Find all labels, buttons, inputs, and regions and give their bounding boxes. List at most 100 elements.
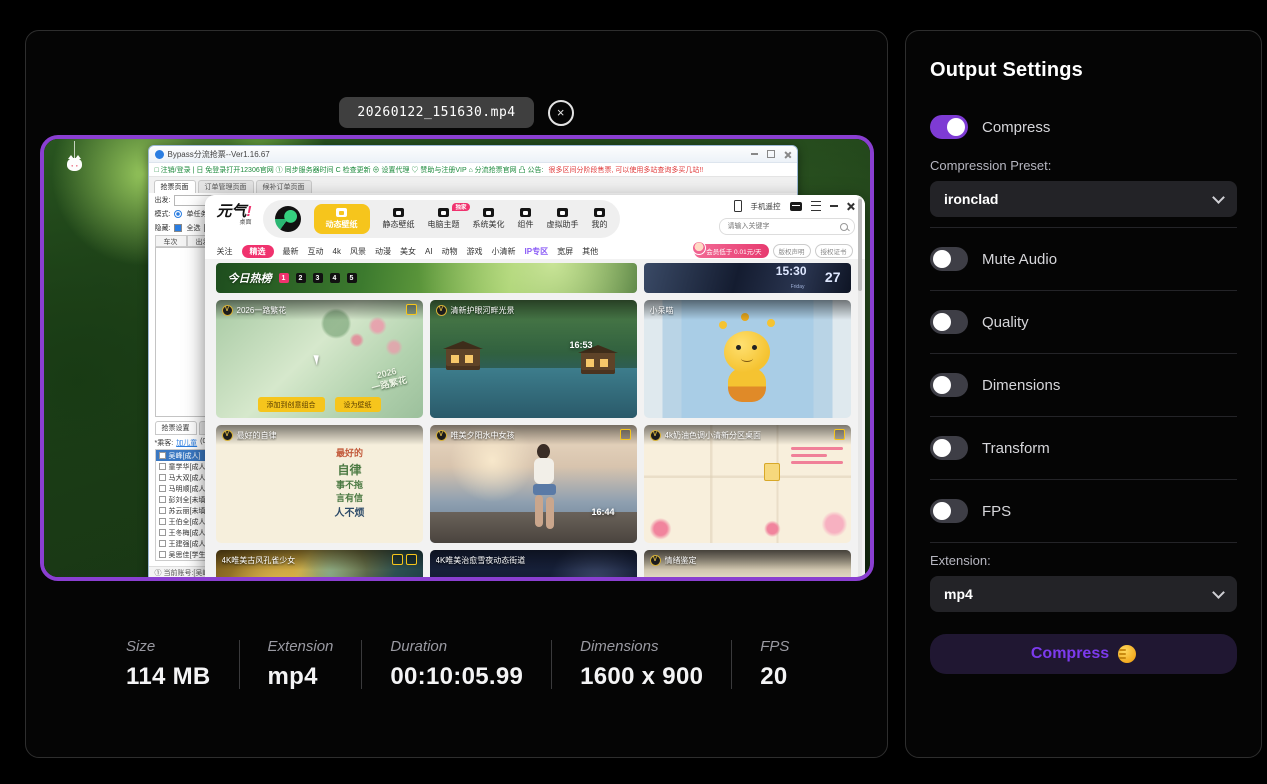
phone-remote-label[interactable]: 手机遥控 bbox=[751, 201, 781, 212]
wallpaper-card[interactable]: 最好的自律 最好的 自律 事不拖 言有信 人不烦 bbox=[216, 425, 423, 543]
ticket-tab-orders[interactable]: 订单管理页面 bbox=[198, 180, 254, 193]
tab-grab-settings[interactable]: 抢票设置 bbox=[155, 421, 197, 435]
extension-select[interactable]: mp4 bbox=[930, 576, 1237, 612]
message-icon[interactable] bbox=[790, 202, 802, 211]
category-follow[interactable]: 关注 bbox=[217, 246, 233, 257]
wallpaper-card[interactable]: 小呆喵 bbox=[644, 300, 851, 418]
category-other[interactable]: 其他 bbox=[582, 246, 598, 257]
avatar[interactable] bbox=[275, 206, 301, 232]
category-ip-zone[interactable]: IP专区 bbox=[525, 246, 549, 257]
compress-toggle[interactable] bbox=[930, 115, 968, 139]
video-preview[interactable]: Bypass分流抢票--Ver1.16.67 □ 注销/登录 | 日 免登录打开… bbox=[40, 135, 874, 581]
wallpaper-card[interactable]: 清新护眼河畔光景 16:53 bbox=[430, 300, 637, 418]
toggle-knob bbox=[933, 439, 951, 457]
copyright-statement-button[interactable]: 版权声明 bbox=[773, 244, 811, 258]
divider bbox=[930, 479, 1237, 480]
category-scenery[interactable]: 风景 bbox=[350, 246, 366, 257]
close-icon[interactable] bbox=[847, 202, 855, 210]
search-input[interactable] bbox=[726, 222, 820, 231]
hot-ranking-banner[interactable]: 今日热榜 1 2 3 4 5 bbox=[216, 263, 637, 293]
passenger-checkbox[interactable] bbox=[159, 540, 166, 547]
nav-pc-theme[interactable]: 独家 电脑主题 bbox=[428, 208, 460, 230]
ticket-menu-notice: 很多区间分阶段售票, 可以使用多站查询多买几站!! bbox=[548, 165, 703, 175]
category-fresh[interactable]: 小清新 bbox=[492, 246, 516, 257]
close-icon[interactable] bbox=[784, 151, 791, 158]
maximize-icon[interactable] bbox=[767, 150, 775, 158]
wallpaper-search[interactable] bbox=[719, 218, 855, 235]
remove-file-button[interactable]: × bbox=[548, 100, 574, 126]
cabin-art bbox=[581, 352, 615, 374]
menu-icon[interactable] bbox=[811, 201, 821, 211]
quality-toggle[interactable] bbox=[930, 310, 968, 334]
category-newest[interactable]: 最新 bbox=[283, 246, 299, 257]
wallpaper-card[interactable]: 唯美夕阳水中女孩 16:44 bbox=[430, 425, 637, 543]
category-4k[interactable]: 4k bbox=[333, 247, 341, 256]
category-anime[interactable]: 动漫 bbox=[375, 246, 391, 257]
transform-toggle[interactable] bbox=[930, 436, 968, 460]
character-art bbox=[724, 331, 770, 373]
mode-radio[interactable] bbox=[174, 210, 182, 218]
collection-icon[interactable] bbox=[392, 554, 403, 565]
mouse-cursor-icon bbox=[313, 354, 321, 366]
toggle-knob bbox=[933, 502, 951, 520]
add-child-link[interactable]: 加儿童 bbox=[176, 438, 197, 448]
nav-virtual-assistant[interactable]: 虚拟助手 bbox=[547, 208, 579, 230]
wallpaper-card[interactable]: 4K唯美古风孔雀少女 bbox=[216, 550, 423, 577]
quality-toggle-row: Quality bbox=[930, 301, 1237, 343]
meta-value: 1600 x 900 bbox=[580, 663, 703, 691]
meta-label: Extension bbox=[268, 638, 334, 655]
wallpaper-card[interactable]: 4k奶油色调小清新分区桌面 bbox=[644, 425, 851, 543]
nav-system-beautify[interactable]: 系统美化 bbox=[473, 208, 505, 230]
hot-rank-pill[interactable]: 5 bbox=[347, 273, 357, 283]
ticket-tab-grab[interactable]: 抢票页面 bbox=[154, 180, 196, 193]
fullscreen-icon[interactable] bbox=[406, 304, 417, 315]
nav-dynamic-wallpaper[interactable]: 动态壁纸 bbox=[314, 204, 370, 234]
ticket-menu-items[interactable]: □ 注销/登录 | 日 免登录打开12306官网 ① 同步服务器时间 C 检查更… bbox=[155, 165, 544, 175]
set-as-wallpaper-button[interactable]: 设为壁纸 bbox=[335, 397, 381, 412]
hot-rank-pill[interactable]: 4 bbox=[330, 273, 340, 283]
mute-audio-toggle[interactable] bbox=[930, 247, 968, 271]
category-animal[interactable]: 动物 bbox=[442, 246, 458, 257]
passenger-checkbox[interactable] bbox=[159, 485, 166, 492]
compress-button[interactable]: Compress bbox=[930, 634, 1237, 674]
hot-rank-pill[interactable]: 1 bbox=[279, 273, 289, 283]
fullscreen-icon[interactable] bbox=[406, 554, 417, 565]
passenger-checkbox[interactable] bbox=[159, 551, 166, 558]
wallpaper-card[interactable]: 情绪鉴定 情 bbox=[644, 550, 851, 577]
category-featured[interactable]: 精选 bbox=[242, 245, 274, 258]
passenger-checkbox[interactable] bbox=[159, 474, 166, 481]
meta-value: 20 bbox=[760, 663, 789, 691]
passenger-checkbox[interactable] bbox=[159, 496, 166, 503]
passenger-checkbox[interactable] bbox=[159, 452, 166, 459]
nav-static-wallpaper[interactable]: 静态壁纸 bbox=[383, 208, 415, 230]
hot-rank-pill[interactable]: 2 bbox=[296, 273, 306, 283]
compression-preset-select[interactable]: ironclad bbox=[930, 181, 1237, 217]
nav-mine[interactable]: 我的 bbox=[592, 208, 608, 230]
fps-toggle[interactable] bbox=[930, 499, 968, 523]
wallpaper-card[interactable]: 2026一路繁花 2026 一路繁花 添加到创意组合 设为壁纸 bbox=[216, 300, 423, 418]
clock-widget-card[interactable]: 15:30 27 Friday bbox=[644, 263, 851, 293]
category-beauty[interactable]: 美女 bbox=[400, 246, 416, 257]
minimize-icon[interactable] bbox=[751, 153, 758, 155]
add-to-collection-button[interactable]: 添加到创意组合 bbox=[258, 397, 325, 412]
passenger-checkbox[interactable] bbox=[159, 507, 166, 514]
scrollbar-thumb[interactable] bbox=[858, 199, 862, 291]
passenger-checkbox[interactable] bbox=[159, 518, 166, 525]
passenger-checkbox[interactable] bbox=[159, 463, 166, 470]
wallpaper-card[interactable]: 4K唯美治愈雪夜动态街道 bbox=[430, 550, 637, 577]
dimensions-toggle[interactable] bbox=[930, 373, 968, 397]
select-all-checkbox[interactable] bbox=[174, 224, 182, 232]
license-certificate-button[interactable]: 授权证书 bbox=[815, 244, 853, 258]
category-ai[interactable]: AI bbox=[425, 247, 433, 256]
membership-promo-banner[interactable]: 会员低于 0.01元/天 bbox=[694, 244, 768, 258]
minimize-icon[interactable] bbox=[830, 205, 838, 207]
nav-widgets[interactable]: 组件 bbox=[518, 208, 534, 230]
category-interactive[interactable]: 互动 bbox=[308, 246, 324, 257]
fullscreen-icon[interactable] bbox=[620, 429, 631, 440]
hot-rank-pill[interactable]: 3 bbox=[313, 273, 323, 283]
fullscreen-icon[interactable] bbox=[834, 429, 845, 440]
category-game[interactable]: 游戏 bbox=[467, 246, 483, 257]
category-widescreen[interactable]: 宽屏 bbox=[557, 246, 573, 257]
passenger-checkbox[interactable] bbox=[159, 529, 166, 536]
ticket-tab-waitlist[interactable]: 候补订单页面 bbox=[256, 180, 312, 193]
